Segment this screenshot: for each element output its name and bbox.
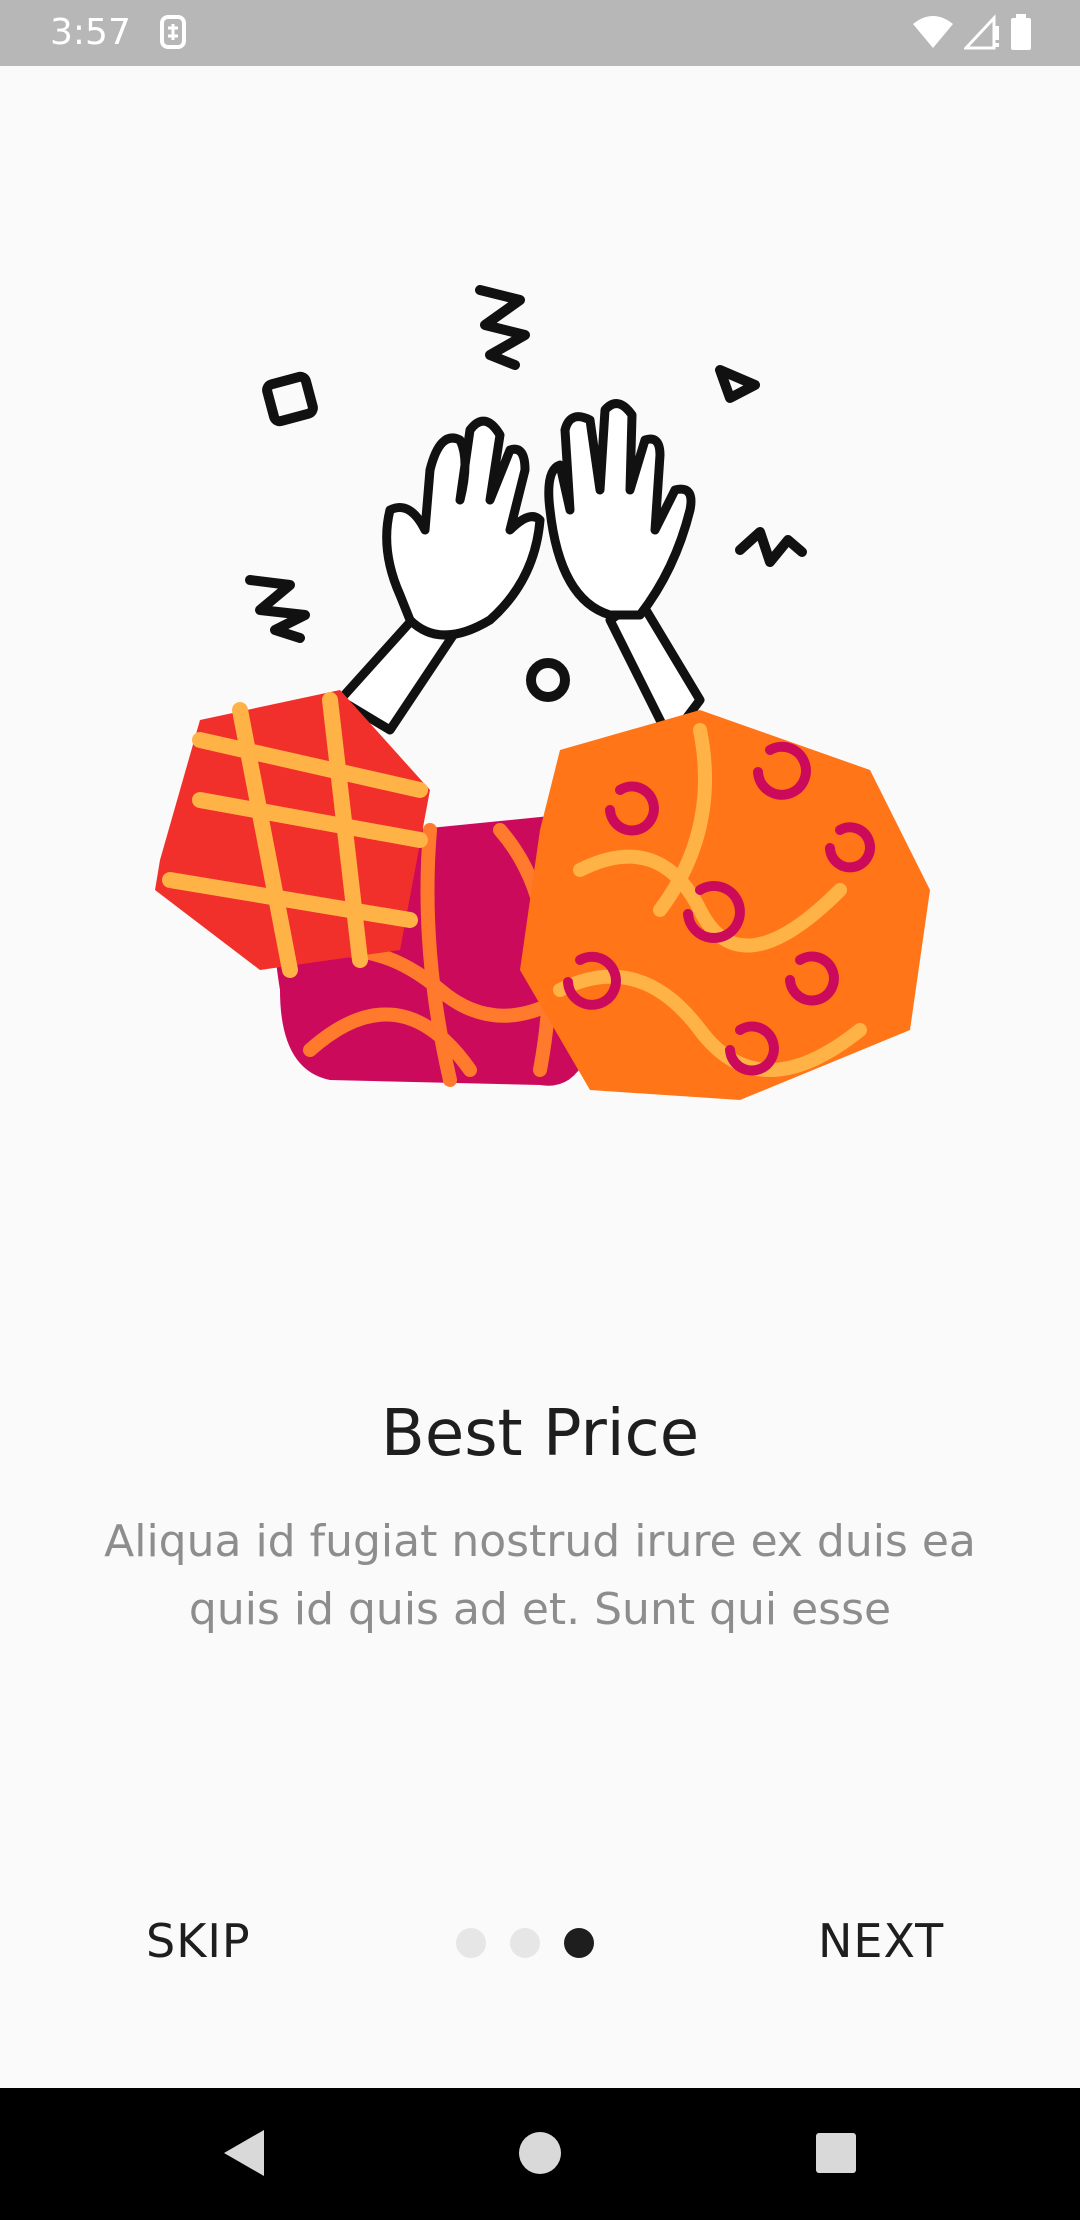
page-dot-1[interactable] (456, 1928, 486, 1958)
onboarding-description: Aliqua id fugiat nostrud irure ex duis e… (104, 1516, 976, 1635)
next-button[interactable]: NEXT (818, 1906, 944, 1976)
back-icon[interactable] (222, 2128, 266, 2182)
status-time: 3:57 (50, 12, 131, 53)
status-bar: 3:57 (0, 0, 1080, 66)
sim-notification-icon (158, 14, 188, 54)
skip-button[interactable]: SKIP (146, 1906, 251, 1976)
onboarding-title: Best Price (380, 1397, 700, 1471)
wifi-icon (912, 14, 954, 54)
system-nav-bar (0, 2088, 1080, 2220)
home-icon[interactable] (518, 2128, 562, 2182)
battery-icon (1010, 14, 1032, 54)
high-five-gifts-illustration (140, 270, 940, 1124)
page-dot-2[interactable] (510, 1928, 540, 1958)
cell-signal-icon (962, 14, 1000, 54)
recents-icon[interactable] (814, 2128, 858, 2182)
page-indicator (456, 1928, 594, 1958)
page-dot-3-active[interactable] (564, 1928, 594, 1958)
status-icons (912, 14, 1032, 54)
